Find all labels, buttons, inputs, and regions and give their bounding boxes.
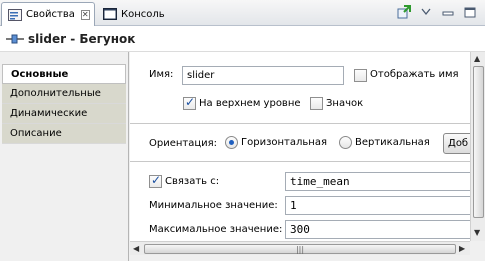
scroll-down-icon[interactable]: ▼ xyxy=(474,228,480,237)
slider-icon xyxy=(6,34,24,44)
properties-nav: Основные Дополнительные Динамические Опи… xyxy=(0,52,129,261)
tab-properties[interactable]: Свойства ✕ xyxy=(1,2,95,26)
horizontal-scroll-thumb[interactable]: ||| xyxy=(144,244,456,254)
scroll-right-icon[interactable]: ▶ xyxy=(459,244,465,253)
grip-icon: ||| xyxy=(295,245,305,254)
vertical-scrollbar[interactable]: ▲ ▼ xyxy=(470,52,485,241)
close-icon[interactable]: ✕ xyxy=(80,9,90,20)
name-field[interactable]: slider xyxy=(182,66,344,85)
pin-icon[interactable] xyxy=(397,5,411,19)
orientation-label: Ориентация: xyxy=(149,138,218,149)
tab-console[interactable]: Консоль xyxy=(97,2,167,26)
show-name-checkbox[interactable] xyxy=(354,69,367,82)
horizontal-radio[interactable] xyxy=(225,136,238,149)
nav-item-description[interactable]: Описание xyxy=(2,124,126,144)
top-level-label: На верхнем уровне xyxy=(199,98,301,109)
tab-properties-label: Свойства xyxy=(26,9,75,20)
vertical-label: Вертикальная xyxy=(355,137,430,148)
horizontal-label: Горизонтальная xyxy=(241,137,327,148)
link-field[interactable]: time_mean xyxy=(285,172,470,191)
add-button[interactable]: Доб xyxy=(443,133,470,154)
link-label: Связать с: xyxy=(165,176,220,187)
nav-item-dynamic[interactable]: Динамические xyxy=(2,104,126,124)
console-icon xyxy=(103,8,117,20)
chevron-down-icon[interactable] xyxy=(419,5,433,19)
horizontal-scrollbar[interactable]: ◀ ||| ▶ xyxy=(130,241,470,255)
orientation-section: Ориентация: Горизонтальная Вертикальная … xyxy=(130,124,470,162)
show-name-label: Отображать имя xyxy=(370,69,459,80)
properties-icon xyxy=(8,8,22,21)
nav-item-main[interactable]: Основные xyxy=(2,64,126,84)
view-tab-bar: Свойства ✕ Консоль xyxy=(0,0,485,26)
nav-item-advanced[interactable]: Дополнительные xyxy=(2,84,126,104)
scroll-up-icon[interactable]: ▲ xyxy=(474,54,480,63)
minimize-icon[interactable] xyxy=(441,5,455,19)
maximize-icon[interactable] xyxy=(463,5,477,19)
tab-console-label: Консоль xyxy=(121,8,165,20)
properties-content: Имя: slider Отображать имя На верхнем ур… xyxy=(130,52,470,241)
page-title: slider - Бегунок xyxy=(28,31,136,46)
scroll-left-icon[interactable]: ◀ xyxy=(133,244,139,253)
top-level-checkbox[interactable] xyxy=(183,95,196,110)
name-label: Имя: xyxy=(149,69,174,80)
name-section: Имя: slider Отображать имя На верхнем ур… xyxy=(130,52,470,124)
max-value-field[interactable]: 300 xyxy=(285,220,470,239)
icon-checkbox[interactable] xyxy=(310,97,323,110)
min-value-label: Минимальное значение: xyxy=(149,200,278,211)
vertical-radio[interactable] xyxy=(339,136,352,149)
min-value-field[interactable]: 1 xyxy=(285,196,470,215)
properties-header: slider - Бегунок xyxy=(0,26,485,52)
max-value-label: Максимальное значение: xyxy=(149,224,283,235)
link-section: Связать с: time_mean Минимальное значени… xyxy=(130,162,470,241)
icon-label: Значок xyxy=(326,98,364,109)
vertical-scroll-thumb[interactable] xyxy=(473,66,484,218)
link-checkbox[interactable] xyxy=(149,173,162,188)
